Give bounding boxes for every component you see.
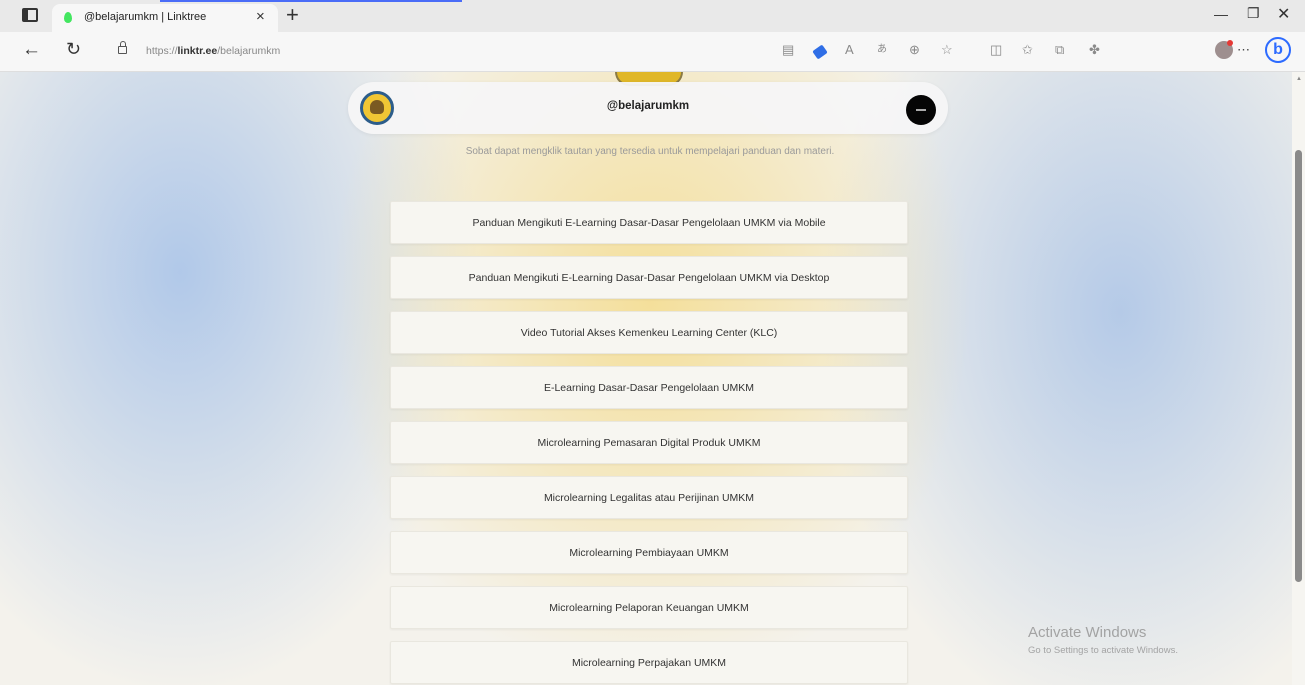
link-button[interactable]: E-Learning Dasar-Dasar Pengelolaan UMKM [390,366,908,409]
url-domain: linktr.ee [177,45,218,57]
browser-tab[interactable]: @belajarumkm | Linktree × [52,4,278,32]
favorites-icon[interactable]: ✩ [1022,42,1033,58]
scrollbar-thumb[interactable] [1295,150,1302,582]
watermark-title: Activate Windows [1028,624,1147,641]
refresh-icon[interactable]: ↻ [66,39,81,60]
window-close-icon[interactable]: ✕ [1277,4,1290,24]
navigation-bar: ← ↻ https://linktr.ee/belajarumkm ▤ A あ … [0,32,1305,72]
lock-icon[interactable] [118,41,127,54]
profile-header: @belajarumkm [348,82,948,134]
restore-icon[interactable]: ❐ [1247,5,1260,22]
url-prefix: https:// [146,45,178,57]
tab-title: @belajarumkm | Linktree [84,11,207,23]
back-icon[interactable]: ← [22,39,41,61]
link-button[interactable]: Microlearning Pembiayaan UMKM [390,531,908,574]
link-list: Panduan Mengikuti E-Learning Dasar-Dasar… [390,201,908,685]
bing-icon[interactable]: b [1265,37,1291,63]
profile-badge [1227,40,1233,46]
menu-icon[interactable] [906,95,936,125]
url-path: /belajarumkm [217,45,281,57]
watermark-subtitle: Go to Settings to activate Windows. [1028,645,1178,656]
reader-icon[interactable]: ▤ [782,42,794,58]
zoom-icon[interactable]: ⊕ [909,42,920,58]
read-aloud-icon[interactable]: A [845,42,854,58]
favorite-icon[interactable]: ☆ [941,42,953,58]
scroll-up-icon[interactable]: ▲ [1296,76,1302,82]
link-button[interactable]: Microlearning Pelaporan Keuangan UMKM [390,586,908,629]
split-icon[interactable]: ◫ [990,42,1002,58]
profile-description: Sobat dapat mengklik tautan yang tersedi… [465,146,835,157]
translate-icon[interactable]: あ [877,42,887,58]
collections-icon[interactable]: ⧉ [1055,42,1064,58]
tag-icon[interactable] [812,44,828,60]
activate-windows-watermark: Activate Windows Go to Settings to activ… [1028,624,1178,656]
tab-underline [160,0,462,2]
link-button[interactable]: Panduan Mengikuti E-Learning Dasar-Dasar… [390,256,908,299]
more-icon[interactable]: ⋯ [1237,42,1250,58]
link-button[interactable]: Video Tutorial Akses Kemenkeu Learning C… [390,311,908,354]
extensions-icon[interactable]: ✤ [1089,42,1100,58]
address-field[interactable]: https://linktr.ee/belajarumkm [146,45,280,57]
tab-actions-icon[interactable] [22,8,38,22]
minimize-icon[interactable]: — [1214,6,1228,22]
close-icon[interactable]: × [256,8,265,26]
linktree-page: @belajarumkm Sobat dapat mengklik tautan… [0,72,1305,685]
plus-icon[interactable]: + [286,3,299,27]
link-button[interactable]: Microlearning Pemasaran Digital Produk U… [390,421,908,464]
tab-bar: @belajarumkm | Linktree × + — ❐ ✕ [0,0,1305,32]
link-button[interactable]: Microlearning Legalitas atau Perijinan U… [390,476,908,519]
link-button[interactable]: Microlearning Perpajakan UMKM [390,641,908,684]
favicon-icon [64,12,72,23]
profile-handle: @belajarumkm [606,100,690,112]
link-button[interactable]: Panduan Mengikuti E-Learning Dasar-Dasar… [390,201,908,244]
